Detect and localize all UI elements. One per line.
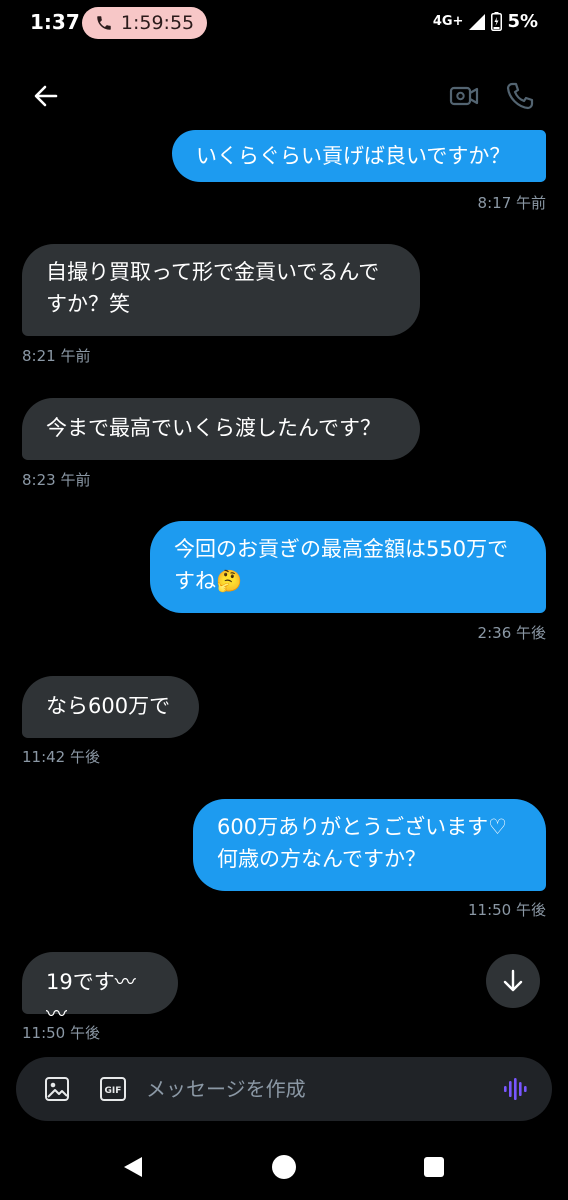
arrow-left-icon[interactable]: [28, 78, 64, 114]
message-input[interactable]: メッセージを作成: [146, 1075, 486, 1103]
battery-icon: [491, 12, 503, 31]
signal-icon: [469, 13, 486, 30]
message-bubble-incoming[interactable]: 今まで最高でいくら渡したんです？: [22, 398, 420, 460]
call-timer: 1:59:55: [120, 12, 195, 34]
message-composer: GIF メッセージを作成: [16, 1057, 552, 1121]
message-bubble-outgoing[interactable]: いくらぐらい貢げば良いですか？: [172, 130, 546, 182]
message-timestamp: 8:23 午前: [22, 471, 91, 489]
message-timestamp: 2:36 午後: [477, 624, 546, 642]
phone-icon[interactable]: [502, 78, 538, 114]
network-type: 4G+: [432, 14, 464, 29]
message-bubble-incoming[interactable]: 19です〰〰: [22, 952, 178, 1026]
nav-back-icon[interactable]: [120, 1154, 146, 1180]
message-timestamp: 8:21 午前: [22, 347, 91, 365]
message-timestamp: 8:17 午前: [477, 194, 546, 212]
image-icon[interactable]: [44, 1076, 70, 1102]
ongoing-call-pill[interactable]: 1:59:55: [82, 7, 207, 39]
message-timestamp: 11:50 午後: [468, 901, 546, 919]
nav-home-icon[interactable]: [272, 1155, 296, 1179]
message-bubble-incoming[interactable]: なら600万で: [22, 676, 199, 738]
gif-icon[interactable]: GIF: [100, 1077, 126, 1101]
message-bubble-outgoing[interactable]: 600万ありがとうございます♡ 何歳の方なんですか？: [193, 799, 546, 891]
arrow-down-icon: [503, 969, 523, 992]
nav-recents-icon[interactable]: [424, 1157, 444, 1177]
system-navigation-bar: [0, 1130, 568, 1200]
message-bubble-outgoing[interactable]: 今回のお貢ぎの最高金額は550万で すね🤔: [150, 521, 546, 613]
message-timestamp: 11:42 午後: [22, 748, 100, 766]
scroll-to-bottom-button[interactable]: [486, 954, 540, 1008]
voice-message-icon[interactable]: [502, 1076, 528, 1102]
status-indicators: 4G+ 5%: [433, 11, 538, 32]
video-camera-icon[interactable]: [446, 78, 482, 114]
message-timestamp: 11:50 午後: [22, 1024, 100, 1042]
battery-level: 5%: [507, 11, 538, 32]
status-time: 1:37: [30, 10, 80, 34]
status-bar: 1:37 1:59:55 4G+ 5%: [0, 0, 568, 48]
conversation-header: [0, 70, 568, 122]
phone-small-icon: [97, 16, 111, 30]
message-bubble-incoming[interactable]: 自撮り買取って形で金貢いでるんで すか？笑: [22, 244, 420, 336]
gif-label: GIF: [105, 1086, 122, 1096]
